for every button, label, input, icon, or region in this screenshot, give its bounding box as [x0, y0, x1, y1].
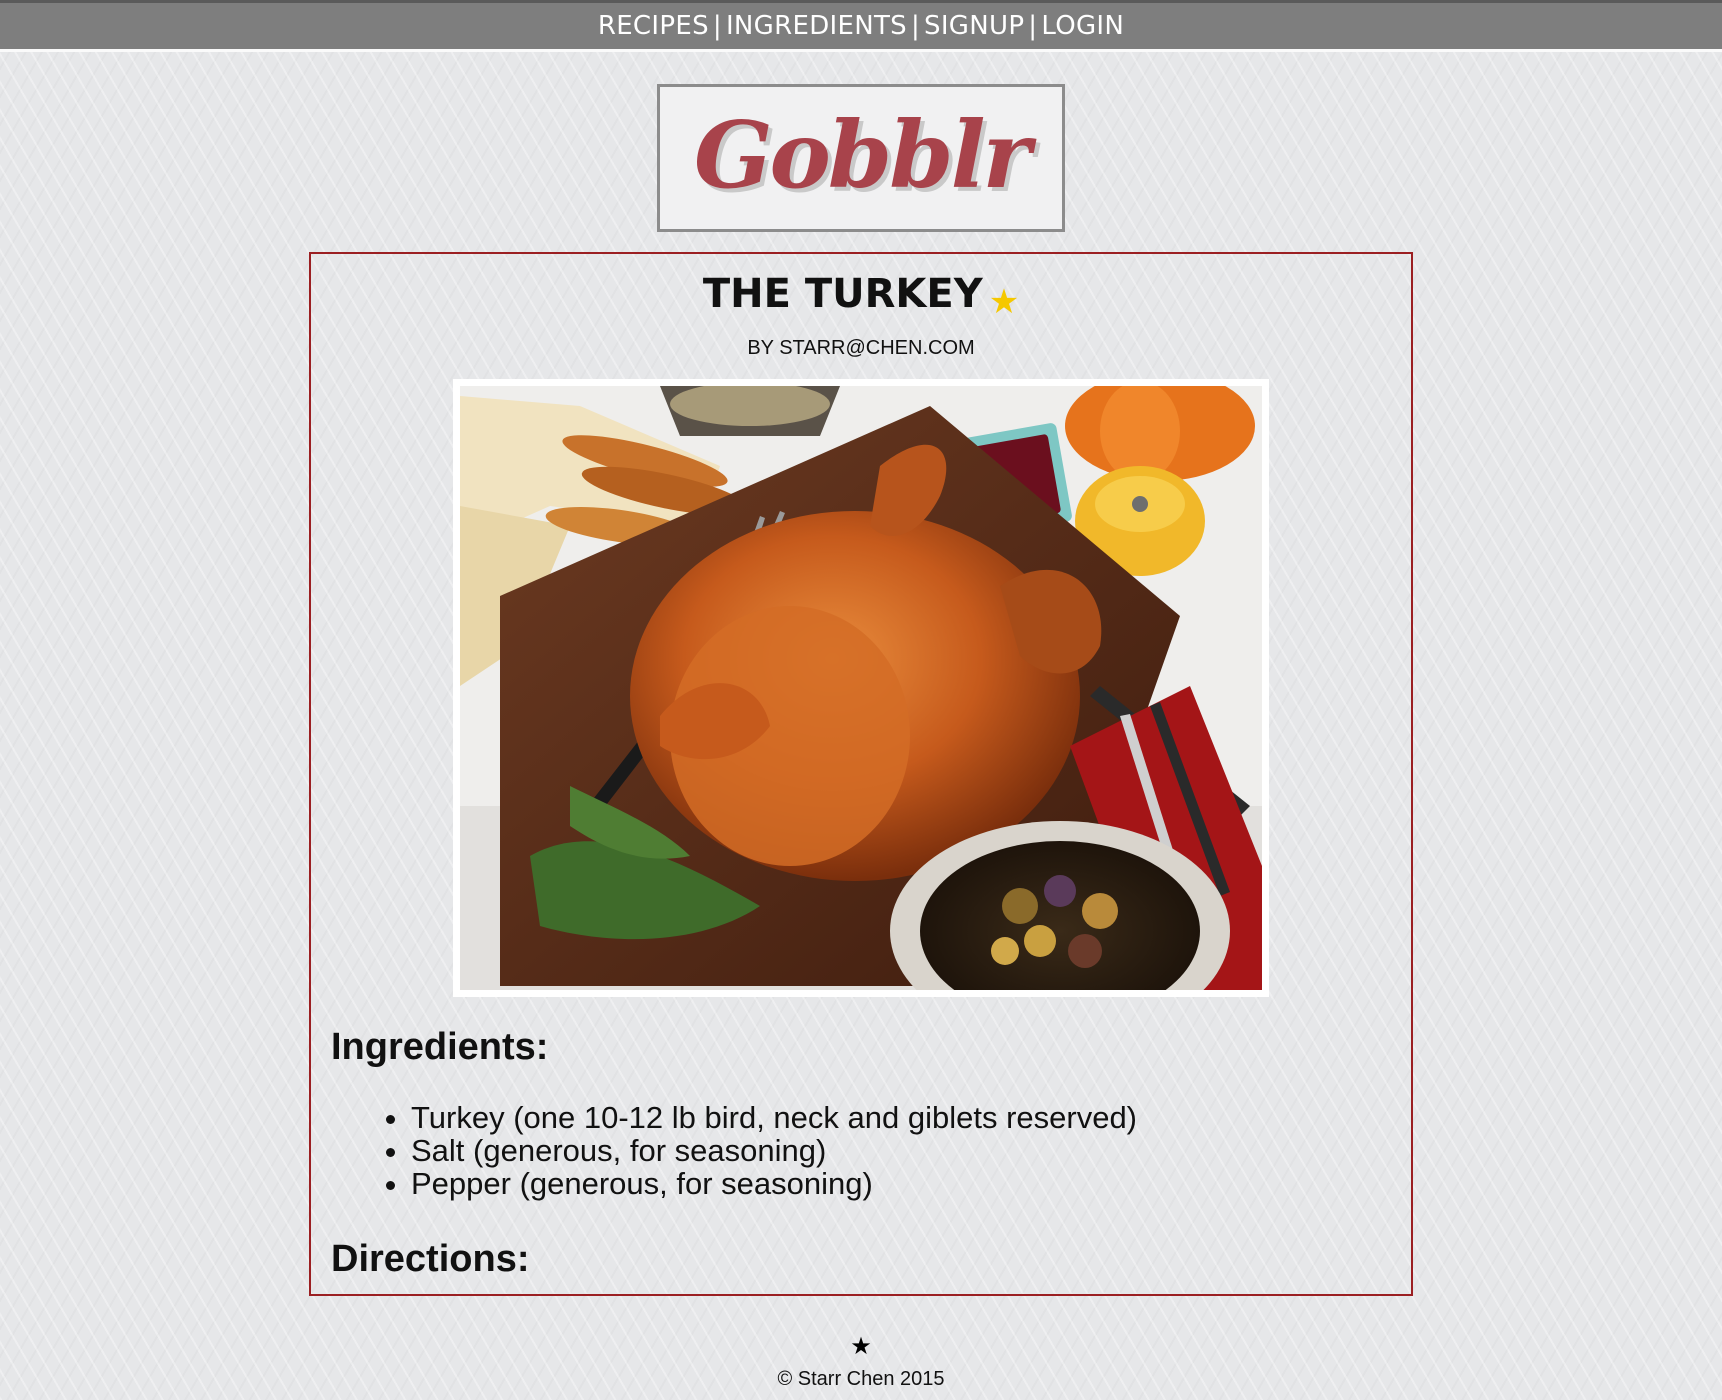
list-item: Salt (generous, for seasoning): [411, 1134, 1137, 1167]
recipe-title-row: THE TURKEY ★: [311, 266, 1411, 330]
footer-star-icon: ★: [850, 1333, 872, 1360]
directions-heading: Directions:: [331, 1238, 530, 1280]
nav-ingredients-link[interactable]: INGREDIENTS: [726, 11, 907, 41]
recipe-author: BY STARR@CHEN.COM: [747, 337, 975, 359]
nav-recipes-link[interactable]: RECIPES: [598, 11, 709, 41]
nav-login-link[interactable]: LOGIN: [1041, 11, 1124, 41]
recipe-title: THE TURKEY: [702, 271, 983, 317]
recipe-card: THE TURKEY ★ BY STARR@CHEN.COM Ingredien…: [309, 252, 1413, 1296]
list-item: Pepper (generous, for seasoning): [411, 1167, 1137, 1200]
logo-text: Gobblr: [693, 101, 1031, 209]
ingredient-list: Turkey (one 10-12 lb bird, neck and gibl…: [359, 1101, 1137, 1200]
nav-signup-link[interactable]: SIGNUP: [924, 11, 1024, 41]
nav-separator: |: [910, 11, 921, 41]
turkey-photo: [460, 386, 1262, 990]
list-item: Turkey (one 10-12 lb bird, neck and gibl…: [411, 1101, 1137, 1134]
top-nav: RECIPES | INGREDIENTS | SIGNUP | LOGIN: [0, 0, 1722, 52]
recipe-photo: [453, 379, 1269, 997]
favorite-star-icon[interactable]: ★: [989, 274, 1019, 330]
footer-copyright: © Starr Chen 2015: [777, 1368, 945, 1390]
nav-separator: |: [712, 11, 722, 41]
nav-separator: |: [1028, 11, 1038, 41]
site-logo[interactable]: Gobblr: [657, 84, 1065, 232]
ingredients-heading: Ingredients:: [331, 1026, 549, 1068]
